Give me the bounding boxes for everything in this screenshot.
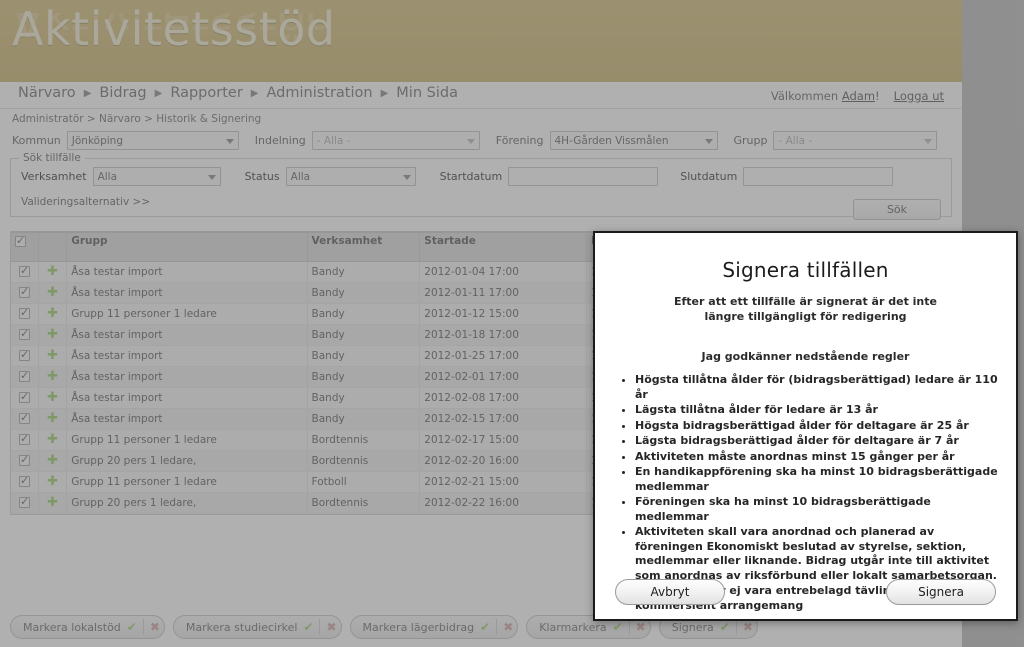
dialog-rules-list: Högsta tillåtna ålder för (bidragsberätt…	[621, 373, 1002, 613]
rule-item: En handikappförening ska ha minst 10 bid…	[635, 465, 1002, 494]
dialog-agree-heading: Jag godkänner nedstående regler	[701, 350, 910, 363]
rule-item: Föreningen ska ha minst 10 bidragsberätt…	[635, 495, 1002, 524]
dialog-subtitle: Efter att ett tillfälle är signerat är d…	[674, 295, 937, 323]
rule-item: Lägsta bidragsberättigad ålder för delta…	[635, 434, 1002, 449]
rule-item: Aktiviteten skall vara anordnad och plan…	[635, 525, 1002, 583]
rule-item: Högsta bidragsberättigad ålder för delta…	[635, 419, 1002, 434]
rule-item: Lägsta tillåtna ålder för ledare är 13 å…	[635, 403, 1002, 418]
rule-item: Högsta tillåtna ålder för (bidragsberätt…	[635, 373, 1002, 402]
cancel-button[interactable]: Avbryt	[615, 579, 725, 605]
signera-tillfallen-dialog: Signera tillfällen Efter att ett tillfäl…	[593, 231, 1018, 621]
rule-item: Aktiviteten måste anordnas minst 15 gång…	[635, 450, 1002, 465]
sign-button[interactable]: Signera	[886, 579, 996, 605]
dialog-title: Signera tillfällen	[722, 258, 889, 282]
dialog-buttons: Avbryt Signera	[595, 579, 1016, 605]
